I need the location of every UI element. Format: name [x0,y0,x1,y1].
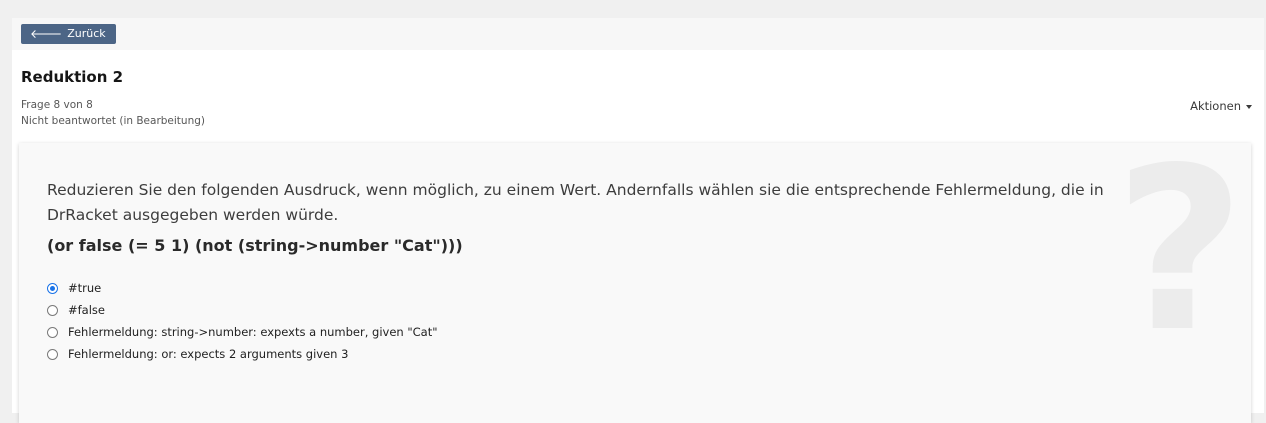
question-text: Reduzieren Sie den folgenden Ausdruck, w… [47,181,1104,224]
answer-option-label: #false [68,303,105,317]
question-panel: ? Reduzieren Sie den folgenden Ausdruck,… [19,139,1251,423]
back-button-label: Zurück [67,27,106,40]
actions-dropdown[interactable]: Aktionen [1190,99,1252,113]
answer-option-label: Fehlermeldung: or: expects 2 arguments g… [68,347,349,361]
question-progress: Frage 8 von 8 [21,99,93,111]
page-title: Reduktion 2 [21,68,124,86]
radio-button[interactable] [47,348,58,360]
answer-options: #true #false Fehlermeldung: string->numb… [47,277,438,365]
top-bar: 🡐 Zurück [12,18,1264,50]
caret-down-icon [1246,104,1252,109]
arrow-left-icon: 🡐 [30,27,63,41]
back-button[interactable]: 🡐 Zurück [21,24,116,44]
question-mark-icon: ? [1114,120,1245,382]
radio-button[interactable] [47,326,58,338]
question-status: Nicht beantwortet (in Bearbeitung) [21,115,205,127]
question-page: 🡐 Zurück Reduktion 2 Frage 8 von 8 Nicht… [12,18,1264,423]
answer-option[interactable]: #true [47,277,438,299]
answer-option[interactable]: Fehlermeldung: string->number: expexts a… [47,321,438,343]
answer-option-label: Fehlermeldung: string->number: expexts a… [68,325,438,339]
question-meta: Frage 8 von 8 Nicht beantwortet (in Bear… [21,97,205,129]
radio-button[interactable] [47,282,58,294]
answer-option[interactable]: #false [47,299,438,321]
actions-label: Aktionen [1190,99,1241,113]
answer-option[interactable]: Fehlermeldung: or: expects 2 arguments g… [47,343,438,365]
answer-option-label: #true [68,281,102,295]
question-expression: (or false (= 5 1) (not (string->number "… [47,236,463,255]
radio-button[interactable] [47,304,58,316]
